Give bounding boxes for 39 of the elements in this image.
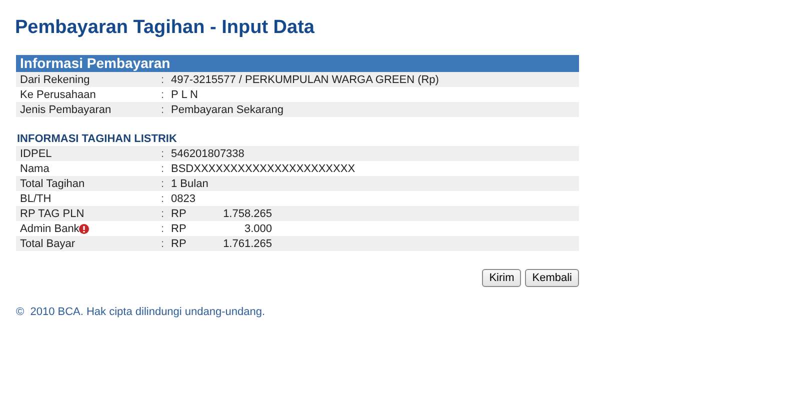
amount-text: 3.000 <box>243 222 272 234</box>
value-text: 497-3215577 / PERKUMPULAN WARGA GREEN (Rp) <box>171 74 439 86</box>
label-text: Jenis Pembayaran <box>19 104 112 116</box>
label-text: Nama <box>19 162 50 174</box>
colon-text: : <box>161 162 166 174</box>
label-text: Total Bayar <box>19 238 76 250</box>
colon-text: : <box>161 148 166 160</box>
colon-text: : <box>161 238 166 250</box>
value-text: P L N <box>171 88 198 100</box>
label-text: Dari Rekening <box>19 74 90 86</box>
colon-text: : <box>161 88 166 100</box>
section-title: INFORMASI TAGIHAN LISTRIK <box>16 132 178 146</box>
label-text: RP TAG PLN <box>19 208 84 220</box>
colon-text: : <box>161 208 166 220</box>
label-text: BL/TH <box>19 192 52 204</box>
form-button[interactable]: Kirim <box>482 269 522 287</box>
colon-text: : <box>161 178 166 190</box>
colon-text: : <box>161 192 166 204</box>
amount-text: 1.761.265 <box>222 238 272 250</box>
value-text: BSDXXXXXXXXXXXXXXXXXXXXXX <box>171 162 356 174</box>
label-text: IDPEL <box>19 148 52 160</box>
label-text: Ke Perusahaan <box>19 88 96 100</box>
currency-text: RP <box>171 208 188 220</box>
value-text: 1 Bulan <box>171 178 208 190</box>
copyright-text: © 2010 BCA. Hak cipta dilindungi undang-undang. <box>16 306 266 318</box>
currency-text: RP <box>171 238 188 250</box>
colon-text: : <box>161 74 166 86</box>
value-text: Pembayaran Sekarang <box>171 104 284 116</box>
label-text: Admin Bank <box>19 222 80 234</box>
form-button[interactable]: Kembali <box>525 269 579 287</box>
value-text: 546201807338 <box>171 148 244 160</box>
label-text: Total Tagihan <box>19 178 85 190</box>
value-text: 0823 <box>171 192 196 204</box>
section-header: Informasi Pembayaran <box>16 55 579 72</box>
currency-text: RP <box>171 222 188 234</box>
page-title: Pembayaran Tagihan - Input Data <box>15 16 316 40</box>
colon-text: : <box>161 104 166 116</box>
colon-text: : <box>161 222 166 234</box>
amount-text: 1.758.265 <box>222 208 272 220</box>
